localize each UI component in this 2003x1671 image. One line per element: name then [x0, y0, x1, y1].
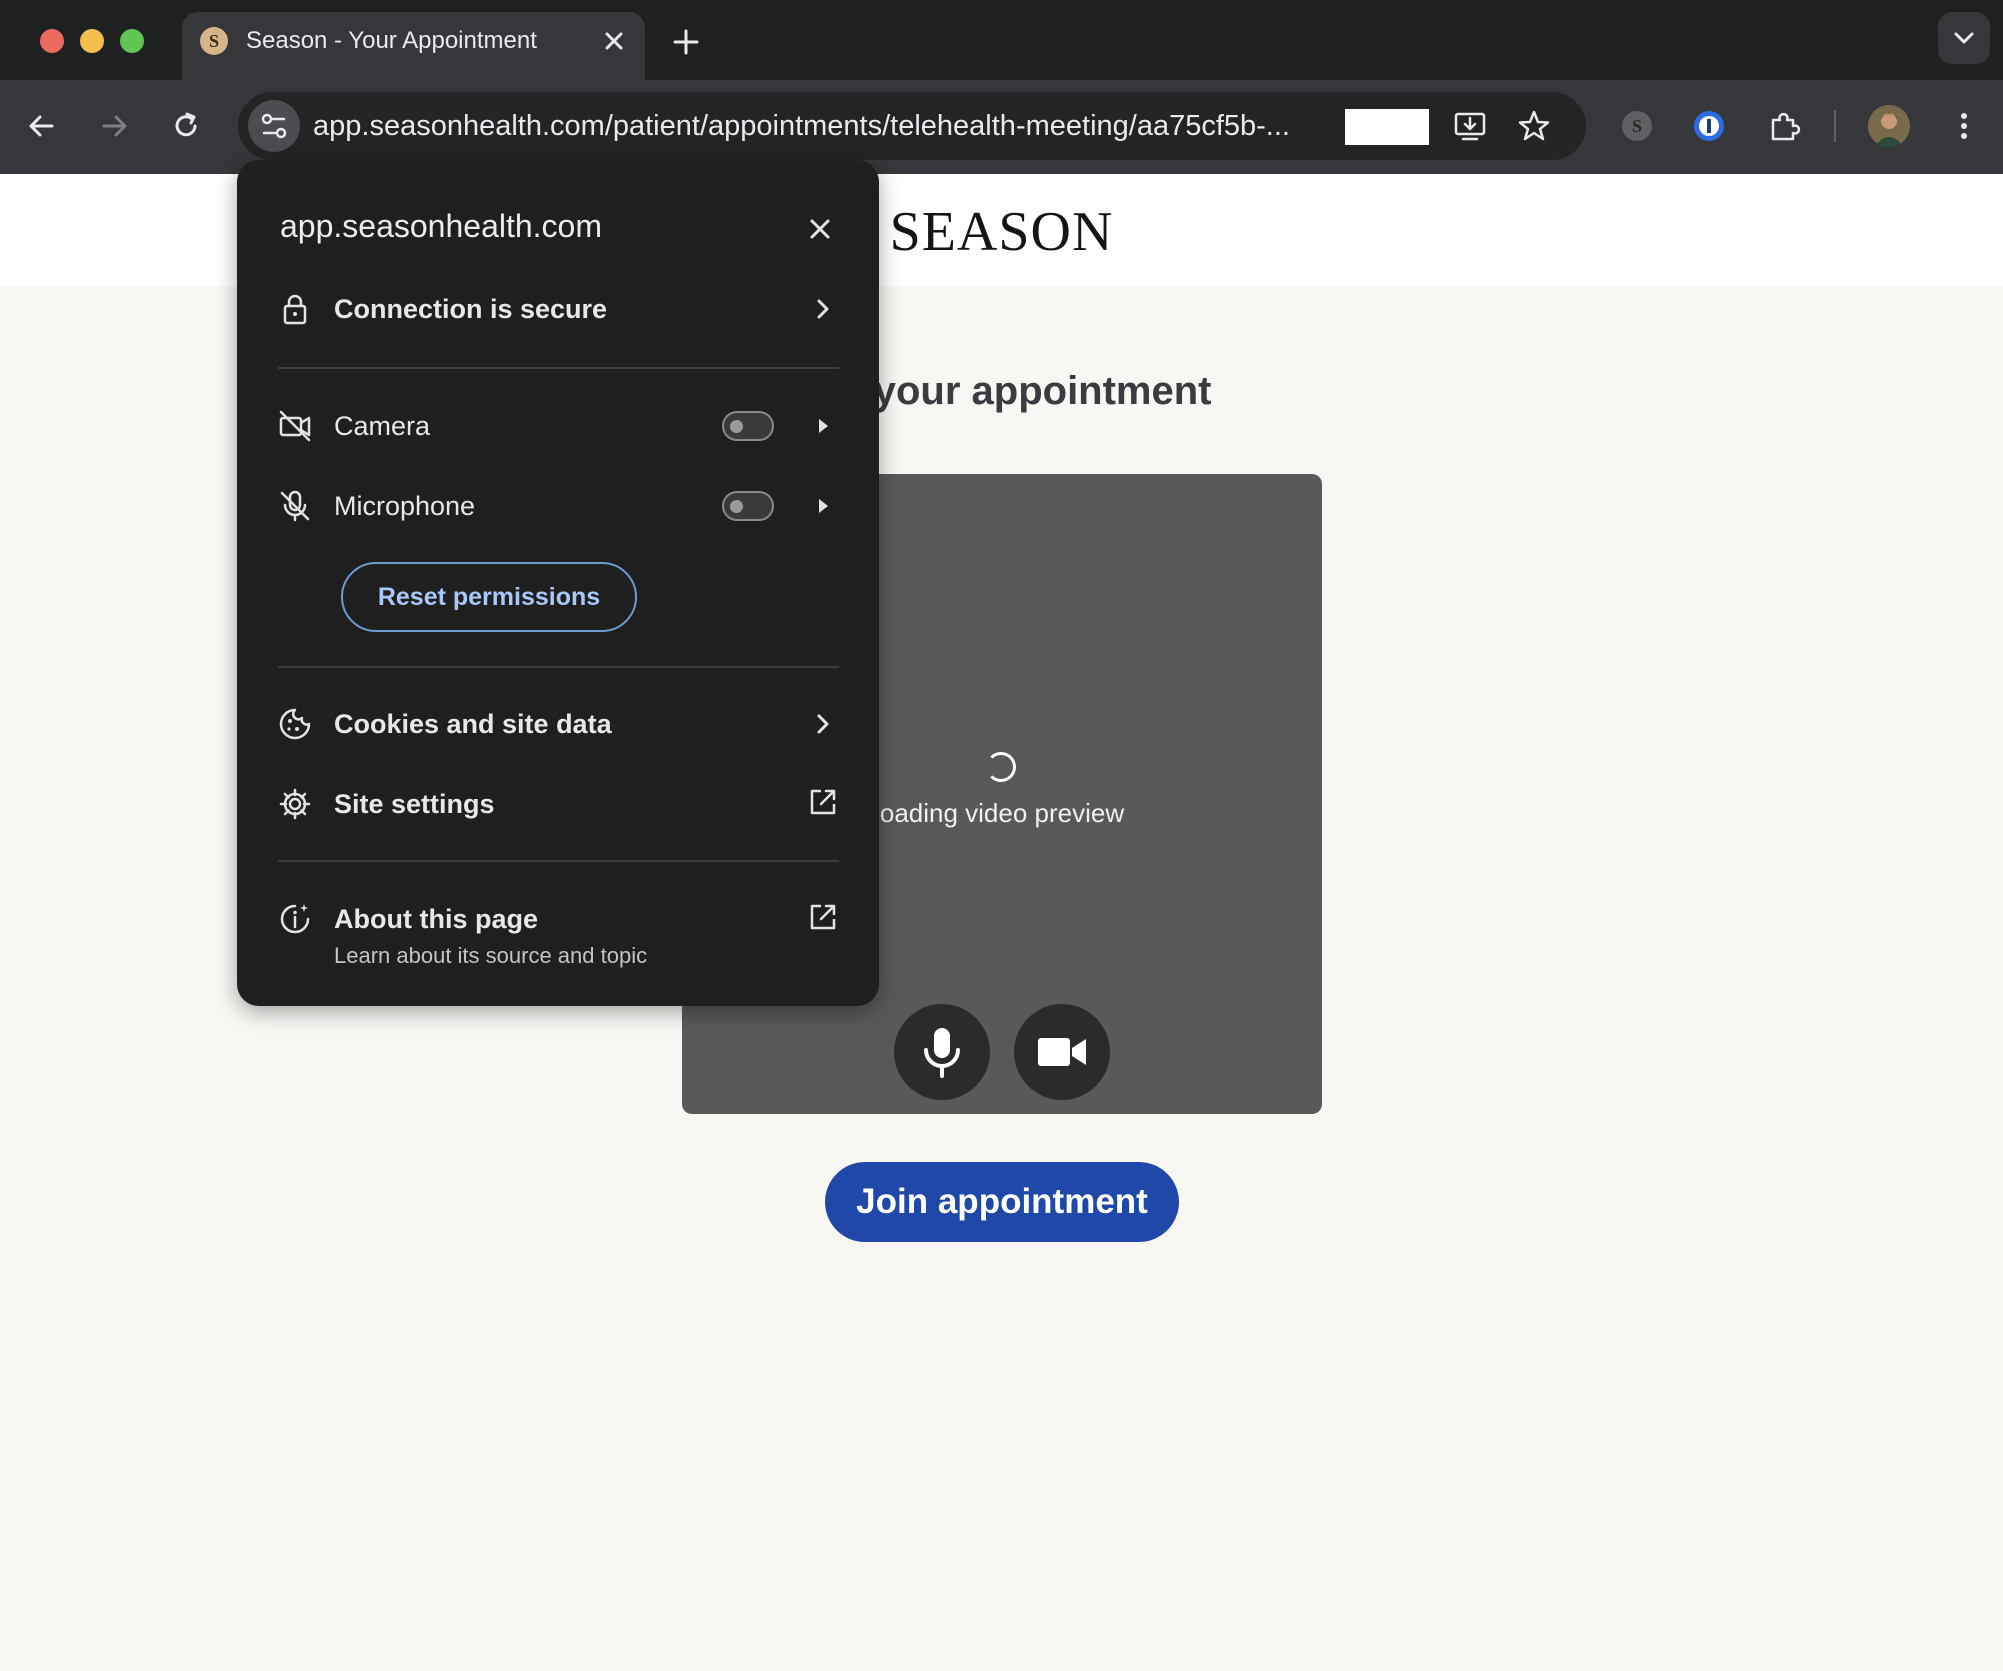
- camera-permission-toggle[interactable]: [722, 411, 774, 441]
- divider: [278, 367, 839, 369]
- redacted-block: [1345, 109, 1429, 145]
- extension-season-icon[interactable]: S: [1622, 111, 1652, 141]
- extensions-puzzle-icon[interactable]: [1765, 106, 1805, 146]
- join-appointment-button[interactable]: Join appointment: [825, 1162, 1179, 1242]
- about-page-item[interactable]: About this page: [334, 904, 538, 935]
- site-settings-item[interactable]: Site settings: [334, 789, 495, 820]
- tab-title: Season - Your Appointment: [246, 27, 537, 54]
- open-in-new-icon[interactable]: [808, 902, 838, 932]
- tab-search-button[interactable]: [1938, 12, 1990, 64]
- expand-arrow-icon[interactable]: [808, 411, 838, 441]
- close-icon[interactable]: [803, 212, 837, 246]
- microphone-toggle-button[interactable]: [894, 1004, 990, 1100]
- about-info-icon: [280, 904, 310, 934]
- tab-favicon: S: [200, 27, 228, 55]
- connection-secure-item[interactable]: Connection is secure: [334, 294, 607, 325]
- cookie-icon: [279, 708, 311, 740]
- reload-icon[interactable]: [166, 106, 206, 146]
- microphone-permission-label: Microphone: [334, 491, 476, 521]
- profile-avatar[interactable]: [1868, 105, 1910, 147]
- tune-icon: [261, 113, 287, 139]
- popup-domain: app.seasonhealth.com: [280, 208, 602, 244]
- person-icon: [1868, 105, 1910, 147]
- microphone-permission-toggle[interactable]: [722, 491, 774, 521]
- microphone-off-icon: [280, 490, 310, 522]
- address-bar[interactable]: app.seasonhealth.com/patient/appointment…: [238, 92, 1586, 160]
- microphone-icon: [924, 1028, 960, 1078]
- chevron-down-icon: [1954, 32, 1974, 44]
- camera-off-icon: [279, 410, 311, 442]
- url-text[interactable]: app.seasonhealth.com/patient/appointment…: [313, 108, 1323, 144]
- site-info-button[interactable]: [248, 100, 300, 152]
- browser-tab[interactable]: S Season - Your Appointment: [182, 12, 645, 80]
- forward-arrow-icon[interactable]: [94, 106, 134, 146]
- divider: [278, 860, 839, 862]
- cookies-site-data-item[interactable]: Cookies and site data: [334, 709, 612, 740]
- lock-icon: [283, 294, 307, 325]
- camera-permission-label: Camera: [334, 411, 431, 441]
- chevron-right-icon[interactable]: [808, 709, 838, 739]
- close-icon[interactable]: [599, 26, 629, 56]
- open-in-new-icon[interactable]: [808, 787, 838, 817]
- camera-toggle-button[interactable]: [1014, 1004, 1110, 1100]
- password-manager-icon[interactable]: [1692, 109, 1726, 143]
- chevron-right-icon[interactable]: [808, 294, 838, 324]
- site-info-popup: app.seasonhealth.com Connection is secur…: [237, 160, 879, 1006]
- toolbar-divider: [1834, 110, 1836, 142]
- gear-icon: [279, 788, 311, 820]
- window-close-control[interactable]: [40, 29, 64, 53]
- new-tab-icon[interactable]: [668, 24, 704, 60]
- about-page-subtitle: Learn about its source and topic: [334, 943, 648, 968]
- window-minimize-control[interactable]: [80, 29, 104, 53]
- tab-strip: S Season - Your Appointment: [0, 0, 2003, 80]
- more-menu-icon[interactable]: [1944, 106, 1984, 146]
- bookmark-star-icon[interactable]: [1514, 106, 1554, 146]
- expand-arrow-icon[interactable]: [808, 491, 838, 521]
- video-camera-icon: [1038, 1038, 1086, 1066]
- reset-permissions-button[interactable]: Reset permissions: [341, 562, 637, 632]
- back-arrow-icon[interactable]: [22, 106, 62, 146]
- install-app-icon[interactable]: [1450, 106, 1490, 146]
- divider: [278, 666, 839, 668]
- loading-spinner-icon: [986, 752, 1016, 782]
- window-zoom-control[interactable]: [120, 29, 144, 53]
